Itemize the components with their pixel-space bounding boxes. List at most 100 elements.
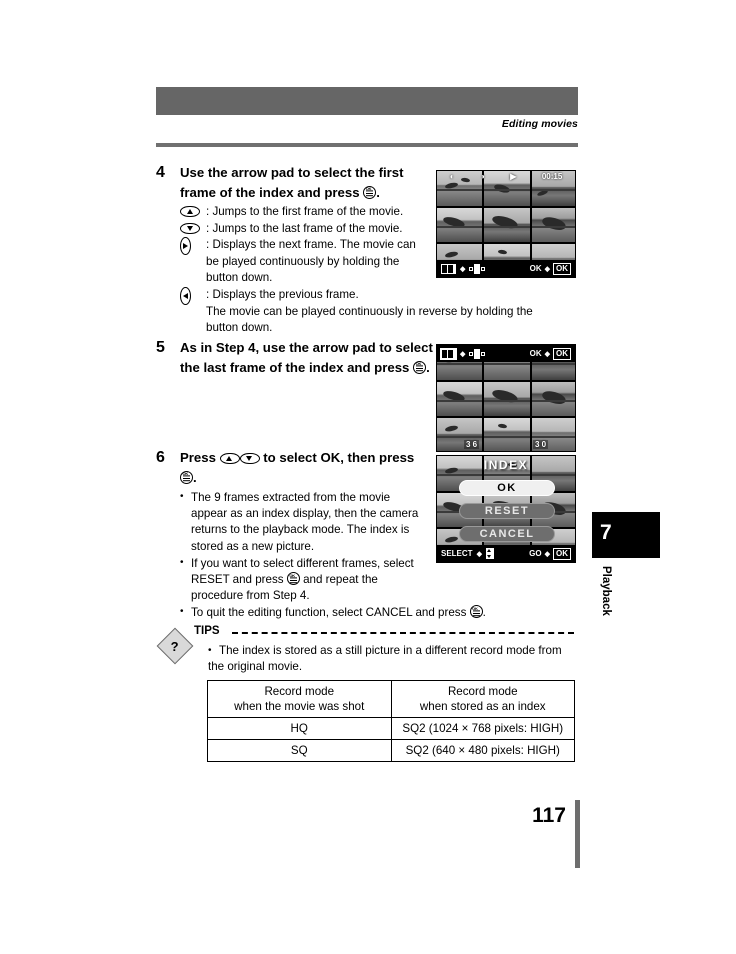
key-desc-cont: button down.	[206, 321, 273, 335]
header-caption: Editing movies	[501, 118, 578, 130]
step-6-heading-b: to select OK, then press	[263, 450, 415, 465]
menu-item-ok[interactable]: OK	[459, 480, 555, 496]
movie-frame	[437, 207, 483, 243]
lcd-bar-left: ◆	[441, 263, 486, 274]
header-band	[156, 87, 578, 115]
step-5-number: 5	[156, 339, 165, 356]
list-item: : Displays the next frame. The movie can…	[180, 237, 436, 287]
step-6: 6 Press to select OK, then press . The 9…	[156, 448, 486, 623]
menu-item-reset[interactable]: RESET	[459, 503, 555, 519]
tips-body: The index is stored as a still picture i…	[208, 643, 574, 675]
key-desc: : Jumps to the first frame of the movie.	[206, 205, 404, 218]
go-label: GO	[529, 549, 542, 558]
step-6-number: 6	[156, 449, 165, 466]
page-content: Editing movies 4 Use the arrow pad to se…	[0, 0, 736, 954]
footer-rule	[575, 800, 580, 868]
frame-counter: 00:15	[541, 172, 563, 181]
lcd-status-bar: ◆ OK ◆ OK	[437, 260, 575, 277]
list-item: : Jumps to the first frame of the movie.	[180, 204, 436, 221]
ok-button-icon	[469, 605, 483, 619]
movie-frame	[484, 381, 530, 417]
ok-label: OK	[529, 264, 542, 273]
arrow-pad-lr-icon	[469, 263, 486, 274]
header-line-1: Record mode	[447, 685, 518, 698]
step-5: 5 As in Step 4, use the arrow pad to sel…	[156, 338, 436, 377]
ok-key-badge: OK	[553, 347, 571, 360]
tips-body-text: The index is stored as a still picture i…	[208, 644, 562, 673]
index-frame-icon	[440, 347, 457, 360]
step-6-heading: Press to select OK, then press .	[180, 448, 424, 487]
chapter-number: 7	[600, 521, 612, 544]
key-desc: : Displays the previous frame.	[206, 287, 359, 301]
tips-icon-text: ?	[170, 638, 179, 654]
page-number: 117	[532, 804, 566, 827]
lcd-bar-left: ◆	[440, 347, 486, 360]
step-4-heading-period: .	[376, 184, 380, 200]
tips-dashed-rule	[232, 632, 574, 634]
table-cell-index-mode: SQ2 (640 × 480 pixels: HIGH)	[390, 739, 575, 762]
lcd-bar-right: OK ◆ OK	[530, 347, 571, 360]
ok-button-icon	[286, 572, 300, 586]
lcd-bar-right: OK ◆ OK	[529, 262, 571, 275]
step-6-bullets: The 9 frames extracted from the movie ap…	[180, 489, 486, 622]
arrow-pad-down-icon	[180, 221, 206, 238]
step-5-heading-text: As in Step 4, use the arrow pad to selec…	[180, 340, 433, 375]
arrow-pad-ud-icon	[485, 548, 494, 559]
bullet-text: The 9 frames extracted from the movie ap…	[191, 491, 419, 553]
lcd-screenshot-index-menu: INDEX OK RESET CANCEL SELECT ◆ GO ◆ OK	[436, 455, 576, 563]
tips-question-icon: ?	[156, 627, 194, 665]
lcd-screenshot-step5: 3 6 3 0 ◆ OK ◆ OK	[436, 344, 576, 452]
diamond-icon: ◆	[460, 265, 466, 273]
arrow-pad-lr-icon	[469, 348, 486, 359]
ok-key-badge: OK	[553, 262, 571, 275]
bullet-text-pre: To quit the editing function, select CAN…	[191, 606, 467, 620]
step-6-heading-period: .	[193, 469, 197, 485]
step-5-heading-period: .	[426, 359, 430, 375]
list-item: : Jumps to the last frame of the movie.	[180, 221, 436, 238]
key-desc-cont: The movie can be played continuously in …	[206, 304, 533, 318]
ok-button-icon	[413, 360, 427, 374]
table-cell-mode: HQ	[207, 717, 392, 740]
key-desc: : Jumps to the last frame of the movie.	[206, 221, 403, 235]
lcd-status-bar: ◆ OK ◆ OK	[437, 345, 575, 362]
step-4: 4 Use the arrow pad to select the first …	[156, 163, 533, 337]
menu-item-cancel[interactable]: CANCEL	[459, 526, 555, 542]
list-item: If you want to select different frames, …	[180, 555, 424, 605]
chapter-tab: 7	[592, 512, 660, 558]
lcd-screenshot-step4: ◐ ◑ ▶ 00:15 ◆ OK ◆ OK	[436, 170, 576, 278]
step-5-heading: As in Step 4, use the arrow pad to selec…	[180, 338, 436, 377]
arrow-pad-left-icon	[180, 286, 206, 307]
record-mode-table: Record mode when the movie was shot Reco…	[207, 680, 575, 762]
lcd-top-info: ◐ ◑ ▶ 00:15	[437, 172, 575, 181]
menu-title: INDEX	[483, 458, 529, 472]
header-line-2: when stored as an index	[419, 700, 546, 713]
list-item: To quit the editing function, select CAN…	[180, 604, 560, 621]
diamond-icon: ◆	[544, 350, 550, 358]
ok-button-icon	[180, 470, 193, 484]
lcd-status-bar: SELECT ◆ GO ◆ OK	[437, 545, 575, 562]
table-row: HQ SQ2 (1024 × 768 pixels: HIGH)	[207, 717, 575, 740]
diamond-icon: ◆	[544, 550, 550, 558]
header-line-2: when the movie was shot	[234, 700, 365, 713]
arrow-pad-right-icon	[180, 237, 206, 257]
diamond-icon: ◆	[460, 350, 466, 358]
frame-number: 3 6	[463, 440, 480, 449]
step-6-heading-a: Press	[180, 450, 216, 465]
table-cell-index-mode: SQ2 (1024 × 768 pixels: HIGH)	[390, 717, 575, 740]
step-4-heading: Use the arrow pad to select the first fr…	[180, 163, 436, 202]
ok-key-badge: OK	[553, 547, 571, 560]
arrow-pad-up-icon	[180, 204, 206, 221]
playback-indicator: ◐	[449, 172, 455, 181]
movie-frame	[484, 207, 530, 243]
bullet-text-post: .	[482, 606, 486, 620]
movie-frame	[531, 207, 575, 243]
key-desc-cont: button down.	[206, 271, 273, 285]
chapter-label: Playback	[600, 566, 612, 616]
list-item: The 9 frames extracted from the movie ap…	[180, 489, 424, 555]
lcd-bar-right: GO ◆ OK	[529, 547, 571, 560]
lcd-frame-ticker: 3 6 3 0	[437, 440, 575, 449]
table-header-cell: Record mode when the movie was shot	[207, 680, 392, 718]
table-cell-mode: SQ	[207, 739, 392, 762]
list-item: : Displays the previous frame. The movie…	[180, 286, 533, 337]
frame-number: 3 0	[532, 440, 549, 449]
